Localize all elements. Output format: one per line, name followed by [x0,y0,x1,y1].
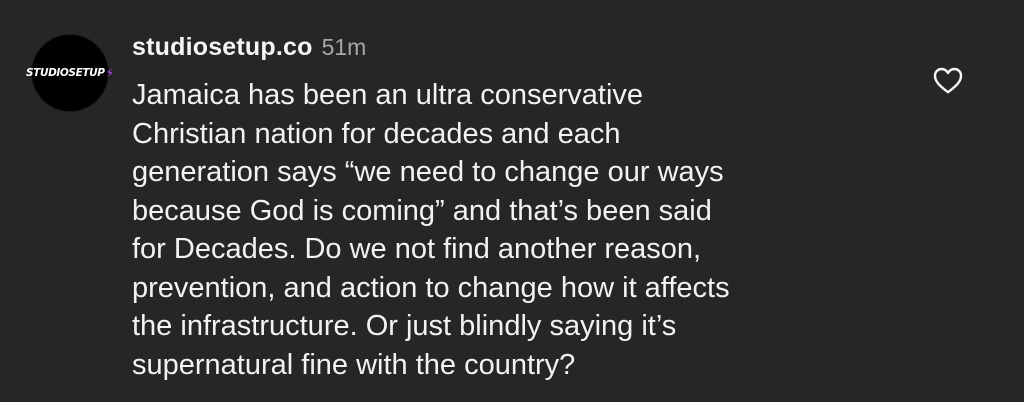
comment-text-line: Jamaica has been an ultra conservative [132,79,644,111]
username-link[interactable]: studiosetup.co [132,33,313,62]
heart-outline-icon [933,67,963,93]
comment-header: studiosetup.co 51m [132,33,366,67]
comment-text-line: the infrastructure. Or just blindly sayi… [132,310,677,342]
avatar-logo-text: STUDIOSETUP [26,67,105,79]
comment-text: Jamaica has been an ultra conservative C… [132,76,852,384]
comment-text-line: Christian nation for decades and each [132,117,621,150]
like-button[interactable] [930,64,966,96]
comment-text-line: supernatural fine with the country? [132,348,576,381]
comment-text-line: because God is coming” and that’s been s… [132,194,712,227]
comment-text-line: prevention, and action to change how it … [132,271,730,304]
comment-text-line: generation says “we need to change our w… [132,156,724,188]
timestamp: 51m [321,34,367,60]
comment-item: STUDIOSETUP ⚡︎ studiosetup.co 51m Jamaica… [0,0,1024,402]
comment-text-line: for Decades. Do we not find another reas… [132,233,702,265]
avatar[interactable]: STUDIOSETUP ⚡︎ [26,34,114,112]
lightning-bolt-icon: ⚡︎ [105,66,114,80]
